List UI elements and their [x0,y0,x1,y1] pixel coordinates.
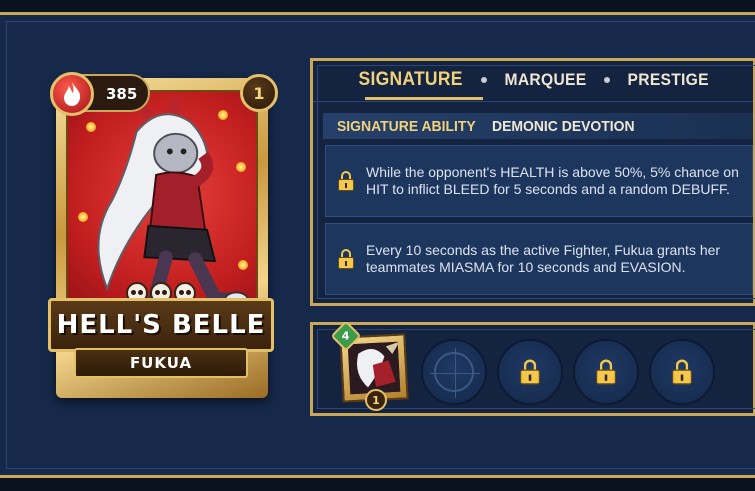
card-cost: 385 [106,85,138,103]
locked-move-slot[interactable] [649,339,715,405]
ability-effect-2: Every 10 seconds as the active Fighter, … [325,223,753,295]
move-thumbnail [347,341,401,395]
card-title: HELL'S BELLE [56,310,266,340]
tab-signature[interactable]: SIGNATURE [358,69,462,91]
ability-effect-text: While the opponent's HEALTH is above 50%… [366,164,739,197]
empty-move-slot[interactable] [421,339,487,405]
lock-icon [596,359,616,385]
move-slots-panel: 4 1 [310,320,755,416]
lock-icon [338,249,354,269]
tab-separator [480,77,487,83]
tab-marquee[interactable]: MARQUEE [504,70,586,90]
card-level: 1 [240,74,278,112]
fighter-card[interactable]: 385 1 HELL'S BELLE FUKUA [46,68,278,404]
card-name-plate: HELL'S BELLE [48,298,274,352]
crosshair-icon [430,348,480,398]
tab-separator [603,77,610,83]
ability-tabs: SIGNATURE MARQUEE PRESTIGE [313,69,753,91]
lock-icon [338,171,354,191]
gem-level: 4 [342,329,350,343]
ability-effect-1: While the opponent's HEALTH is above 50%… [325,145,753,217]
lock-icon [520,359,540,385]
tab-divider [313,101,753,102]
ability-panel: SIGNATURE MARQUEE PRESTIGE SIGNATURE ABI… [310,58,755,306]
active-tab-indicator [365,97,483,100]
card-subtitle-plate: FUKUA [74,348,248,378]
flame-icon [50,72,94,116]
cost-badge: 385 [50,72,150,116]
tab-prestige[interactable]: PRESTIGE [627,70,708,90]
locked-move-slot[interactable] [497,339,563,405]
ability-name: DEMONIC DEVOTION [492,117,635,135]
locked-move-slot[interactable] [573,339,639,405]
move-level-badge: 1 [365,389,387,411]
ability-effect-text: Every 10 seconds as the active Fighter, … [366,242,721,275]
lock-icon [672,359,692,385]
ability-kind: SIGNATURE ABILITY [337,117,476,135]
ability-header: SIGNATURE ABILITY DEMONIC DEVOTION [323,113,753,139]
fighter-name: FUKUA [129,354,193,372]
